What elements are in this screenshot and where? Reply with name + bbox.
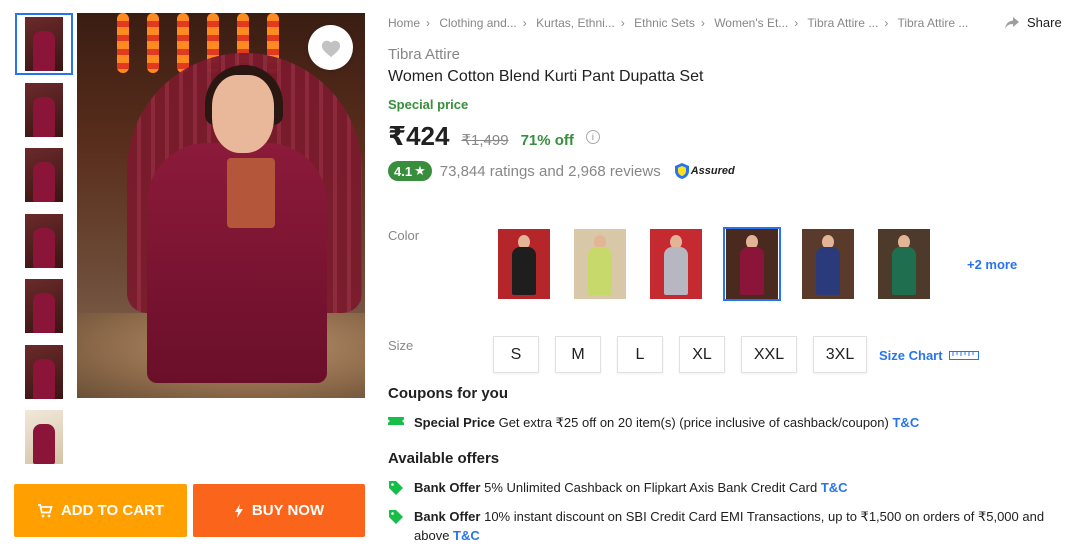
mrp-price: ₹1,499	[461, 132, 509, 149]
cart-icon	[37, 503, 53, 517]
share-icon	[1005, 16, 1019, 29]
breadcrumb-item[interactable]: Women's Et...	[714, 16, 788, 30]
breadcrumb-item[interactable]: Tibra Attire ...	[897, 16, 968, 30]
color-swatch[interactable]	[571, 227, 629, 301]
rating-row: 4.1 ★ 73,844 ratings and 2,968 reviews As…	[388, 161, 735, 181]
brand-name[interactable]: Tibra Attire	[388, 46, 460, 63]
breadcrumb-item[interactable]: Tibra Attire ...	[807, 16, 878, 30]
special-price-label: Special price	[388, 97, 469, 112]
color-swatch[interactable]	[799, 227, 857, 301]
coupons-title: Coupons for you	[388, 385, 508, 402]
discount-percent: 71% off	[520, 132, 574, 149]
rating-badge[interactable]: 4.1 ★	[388, 161, 432, 181]
coupon-icon	[388, 417, 404, 425]
buy-now-button[interactable]: BUY NOW	[193, 484, 365, 537]
offer-item: Bank Offer 5% Unlimited Cashback on Flip…	[388, 478, 1048, 497]
chevron-right-icon: ›	[884, 16, 889, 30]
thumbnail-strip	[15, 13, 73, 472]
thumbnail-5[interactable]	[15, 275, 73, 337]
offer-item: Bank Offer 10% instant discount on SBI C…	[388, 507, 1048, 545]
terms-link[interactable]: T&C	[453, 528, 480, 543]
offer-text: 10% instant discount on SBI Credit Card …	[414, 509, 1045, 543]
assured-label: Assured	[690, 165, 735, 177]
size-option-l[interactable]: L	[617, 336, 663, 373]
offer-type: Bank Offer	[414, 480, 481, 495]
thumbnail-7[interactable]	[15, 406, 73, 468]
product-title: Women Cotton Blend Kurti Pant Dupatta Se…	[388, 68, 704, 85]
ratings-reviews-count[interactable]: 73,844 ratings and 2,968 reviews	[440, 163, 661, 180]
breadcrumb-item[interactable]: Home	[388, 16, 420, 30]
add-to-cart-label: ADD TO CART	[60, 502, 165, 519]
breadcrumb-item[interactable]: Ethnic Sets	[634, 16, 695, 30]
color-swatches	[495, 227, 951, 301]
color-label: Color	[388, 228, 420, 243]
chevron-right-icon: ›	[522, 16, 527, 30]
offer-tag-icon	[389, 510, 403, 524]
coupon-text: Get extra ₹25 off on 20 item(s) (price i…	[498, 415, 889, 430]
offer-tag-icon	[389, 481, 403, 495]
offers-title: Available offers	[388, 450, 500, 467]
thumbnail-1[interactable]	[15, 13, 73, 75]
color-swatch[interactable]	[875, 227, 933, 301]
assured-badge: Assured	[674, 163, 735, 179]
offer-type: Bank Offer	[414, 509, 481, 524]
thumbnail-3[interactable]	[15, 144, 73, 206]
size-chart-label: Size Chart	[879, 348, 943, 363]
buy-now-label: BUY NOW	[251, 502, 325, 519]
wishlist-button[interactable]	[308, 25, 353, 70]
offer-text: 5% Unlimited Cashback on Flipkart Axis B…	[484, 480, 818, 495]
thumbnail-4[interactable]	[15, 210, 73, 272]
share-label: Share	[1027, 15, 1062, 30]
color-swatch[interactable]	[647, 227, 705, 301]
color-swatch[interactable]	[495, 227, 553, 301]
price-row: ₹424 ₹1,499 71% off i	[388, 121, 600, 152]
size-option-m[interactable]: M	[555, 336, 601, 373]
chevron-right-icon: ›	[794, 16, 799, 30]
size-option-xl[interactable]: XL	[679, 336, 725, 373]
rating-value: 4.1	[394, 163, 413, 179]
shield-icon	[674, 163, 689, 179]
heart-icon	[321, 40, 340, 57]
thumbnail-6[interactable]	[15, 341, 73, 403]
coupon-type: Special Price	[414, 415, 495, 430]
size-label: Size	[388, 338, 414, 353]
breadcrumb: Home › Clothing and... › Kurtas, Ethni... ›…	[388, 16, 968, 30]
selling-price: ₹424	[388, 121, 450, 151]
share-button[interactable]: Share	[1005, 15, 1062, 30]
ruler-icon	[948, 351, 979, 360]
more-colors-link[interactable]: +2 more	[967, 257, 1017, 272]
size-chart-link[interactable]: Size Chart	[879, 348, 979, 363]
star-icon: ★	[414, 163, 426, 178]
chevron-right-icon: ›	[700, 16, 705, 30]
info-icon[interactable]: i	[585, 129, 600, 144]
breadcrumb-item[interactable]: Clothing and...	[439, 16, 516, 30]
product-main-image[interactable]	[77, 13, 365, 398]
lightning-icon	[234, 503, 243, 518]
chevron-right-icon: ›	[426, 16, 431, 30]
coupon-item: Special Price Get extra ₹25 off on 20 it…	[388, 413, 919, 432]
size-options: S M L XL XXL 3XL	[493, 336, 867, 373]
chevron-right-icon: ›	[620, 16, 625, 30]
terms-link[interactable]: T&C	[892, 415, 919, 430]
terms-link[interactable]: T&C	[821, 480, 848, 495]
size-option-3xl[interactable]: 3XL	[813, 336, 867, 373]
breadcrumb-item[interactable]: Kurtas, Ethni...	[536, 16, 615, 30]
thumbnail-2[interactable]	[15, 79, 73, 141]
color-swatch-selected[interactable]	[723, 227, 781, 301]
add-to-cart-button[interactable]: ADD TO CART	[14, 484, 187, 537]
size-option-s[interactable]: S	[493, 336, 539, 373]
size-option-xxl[interactable]: XXL	[741, 336, 797, 373]
